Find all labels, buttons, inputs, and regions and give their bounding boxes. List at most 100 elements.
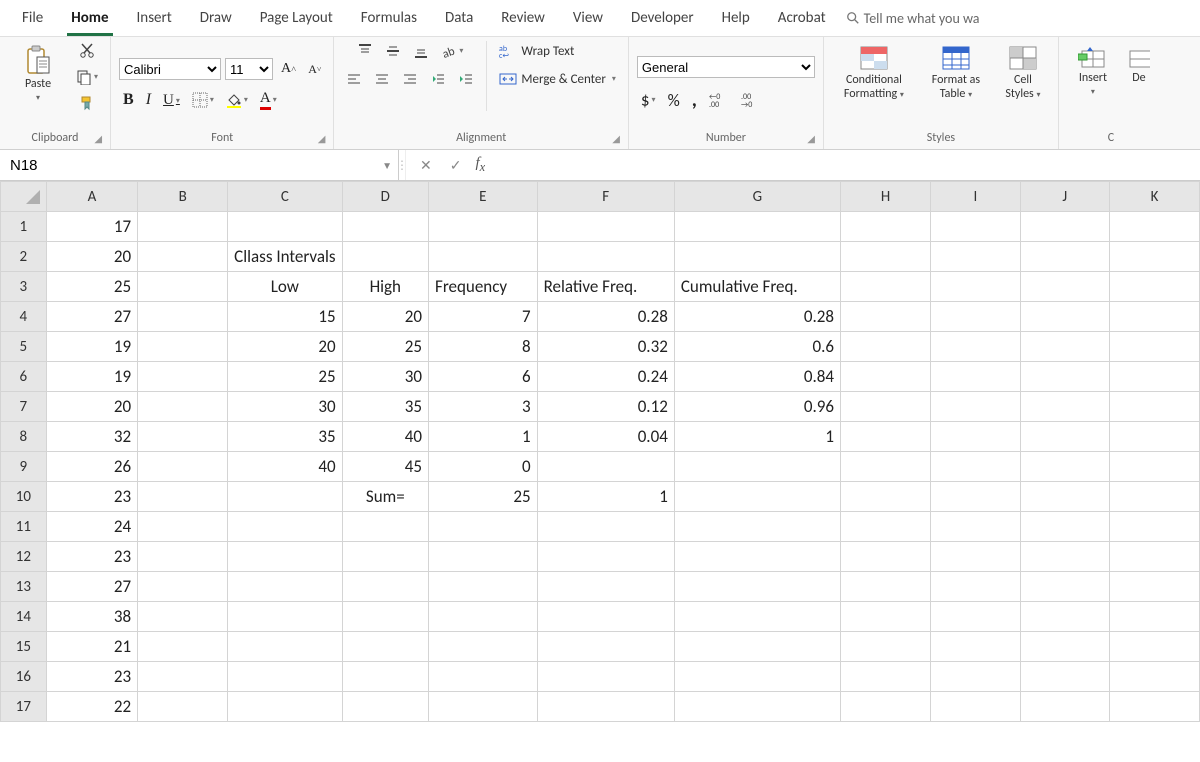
col-header-G[interactable]: G	[674, 182, 840, 212]
cell-I2[interactable]	[931, 242, 1020, 272]
cell-H6[interactable]	[840, 362, 930, 392]
cell-K10[interactable]	[1109, 482, 1199, 512]
cell-G10[interactable]	[674, 482, 840, 512]
cell-D16[interactable]	[342, 662, 428, 692]
format-as-table-button[interactable]: Format as Table ▾	[920, 41, 992, 105]
orientation-button[interactable]: ab▾	[437, 41, 467, 61]
cell-G11[interactable]	[674, 512, 840, 542]
cell-K5[interactable]	[1109, 332, 1199, 362]
cell-D7[interactable]: 35	[342, 392, 428, 422]
cell-E15[interactable]	[429, 632, 538, 662]
cell-F17[interactable]	[537, 692, 674, 722]
select-all-corner[interactable]	[1, 182, 47, 212]
menu-developer[interactable]: Developer	[617, 5, 708, 31]
cell-E10[interactable]: 25	[429, 482, 538, 512]
cell-B2[interactable]	[138, 242, 228, 272]
cell-I12[interactable]	[931, 542, 1020, 572]
dialog-launcher-icon[interactable]: ◢	[807, 132, 815, 145]
cell-C9[interactable]: 40	[228, 452, 342, 482]
menu-data[interactable]: Data	[431, 5, 487, 31]
cell-D15[interactable]	[342, 632, 428, 662]
cell-E8[interactable]: 1	[429, 422, 538, 452]
menu-formulas[interactable]: Formulas	[347, 5, 431, 31]
cell-F2[interactable]	[537, 242, 674, 272]
cell-I4[interactable]	[931, 302, 1020, 332]
cell-F14[interactable]	[537, 602, 674, 632]
cell-B3[interactable]	[138, 272, 228, 302]
cell-B10[interactable]	[138, 482, 228, 512]
cut-button[interactable]	[75, 41, 99, 61]
cell-F1[interactable]	[537, 212, 674, 242]
copy-button[interactable]: ▾	[72, 67, 102, 87]
dialog-launcher-icon[interactable]: ◢	[94, 132, 102, 145]
menu-draw[interactable]: Draw	[186, 5, 246, 31]
row-header-15[interactable]: 15	[1, 632, 47, 662]
cell-I16[interactable]	[931, 662, 1020, 692]
cell-F12[interactable]	[537, 542, 674, 572]
cell-H14[interactable]	[840, 602, 930, 632]
row-header-12[interactable]: 12	[1, 542, 47, 572]
cell-G4[interactable]: 0.28	[674, 302, 840, 332]
cell-A7[interactable]: 20	[46, 392, 137, 422]
row-header-1[interactable]: 1	[1, 212, 47, 242]
cell-J5[interactable]	[1020, 332, 1109, 362]
cell-C8[interactable]: 35	[228, 422, 342, 452]
cell-J9[interactable]	[1020, 452, 1109, 482]
cell-G14[interactable]	[674, 602, 840, 632]
cell-G5[interactable]: 0.6	[674, 332, 840, 362]
cell-D14[interactable]	[342, 602, 428, 632]
cell-I13[interactable]	[931, 572, 1020, 602]
col-header-E[interactable]: E	[429, 182, 538, 212]
row-header-13[interactable]: 13	[1, 572, 47, 602]
cell-F10[interactable]: 1	[537, 482, 674, 512]
row-header-9[interactable]: 9	[1, 452, 47, 482]
decrease-decimal-button[interactable]: .00→0	[737, 90, 765, 110]
cell-J10[interactable]	[1020, 482, 1109, 512]
cell-A8[interactable]: 32	[46, 422, 137, 452]
row-header-4[interactable]: 4	[1, 302, 47, 332]
cell-G6[interactable]: 0.84	[674, 362, 840, 392]
align-middle-button[interactable]	[381, 41, 405, 61]
cell-J2[interactable]	[1020, 242, 1109, 272]
formula-input[interactable]	[495, 156, 1200, 175]
cell-D1[interactable]	[342, 212, 428, 242]
cell-C13[interactable]	[228, 572, 342, 602]
col-header-C[interactable]: C	[228, 182, 342, 212]
cell-J1[interactable]	[1020, 212, 1109, 242]
cell-F6[interactable]: 0.24	[537, 362, 674, 392]
cell-H1[interactable]	[840, 212, 930, 242]
menu-page-layout[interactable]: Page Layout	[246, 5, 347, 31]
row-header-8[interactable]: 8	[1, 422, 47, 452]
cell-H2[interactable]	[840, 242, 930, 272]
row-header-10[interactable]: 10	[1, 482, 47, 512]
cell-J14[interactable]	[1020, 602, 1109, 632]
col-header-A[interactable]: A	[46, 182, 137, 212]
cell-I11[interactable]	[931, 512, 1020, 542]
borders-button[interactable]: ▾	[188, 90, 218, 110]
menu-file[interactable]: File	[8, 5, 57, 31]
accounting-format-button[interactable]: $▾	[637, 88, 660, 113]
row-header-11[interactable]: 11	[1, 512, 47, 542]
cell-K15[interactable]	[1109, 632, 1199, 662]
cell-H4[interactable]	[840, 302, 930, 332]
align-left-button[interactable]	[342, 69, 366, 89]
cell-J15[interactable]	[1020, 632, 1109, 662]
cell-I9[interactable]	[931, 452, 1020, 482]
cell-E6[interactable]: 6	[429, 362, 538, 392]
cell-C4[interactable]: 15	[228, 302, 342, 332]
cell-H11[interactable]	[840, 512, 930, 542]
font-name-select[interactable]: Calibri	[119, 58, 221, 80]
cell-F11[interactable]	[537, 512, 674, 542]
cell-A14[interactable]: 38	[46, 602, 137, 632]
cancel-formula-button[interactable]: ✕	[416, 155, 436, 176]
comma-format-button[interactable]: ,	[688, 86, 701, 114]
cell-A13[interactable]: 27	[46, 572, 137, 602]
cell-C12[interactable]	[228, 542, 342, 572]
menu-review[interactable]: Review	[487, 5, 559, 31]
paste-button[interactable]: Paste ▾	[8, 41, 68, 107]
cell-I17[interactable]	[931, 692, 1020, 722]
cell-G8[interactable]: 1	[674, 422, 840, 452]
cell-D9[interactable]: 45	[342, 452, 428, 482]
cell-C7[interactable]: 30	[228, 392, 342, 422]
cell-F7[interactable]: 0.12	[537, 392, 674, 422]
